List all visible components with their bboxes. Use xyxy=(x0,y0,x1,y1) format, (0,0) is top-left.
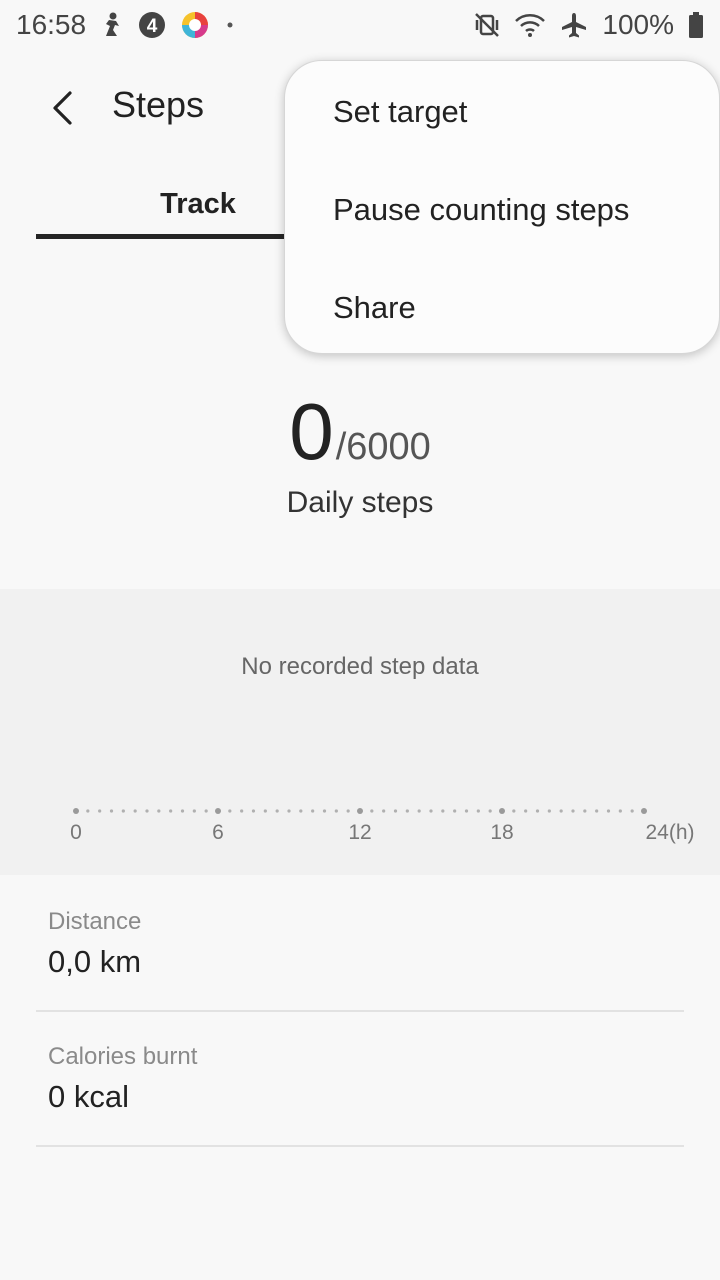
axis-dot xyxy=(571,809,575,813)
axis-dot xyxy=(370,809,374,813)
axis-dot xyxy=(263,809,267,813)
back-button[interactable] xyxy=(36,82,88,134)
axis-dot xyxy=(98,809,102,813)
axis-major-tick xyxy=(215,808,221,814)
axis-dot xyxy=(547,809,551,813)
axis-dot xyxy=(251,809,256,813)
axis-dot xyxy=(334,809,338,813)
axis-dot xyxy=(346,809,350,813)
axis-dot xyxy=(240,809,244,813)
axis-dot xyxy=(393,809,398,813)
axis-major-tick xyxy=(499,808,505,814)
x-tick-label: 0 xyxy=(70,821,82,844)
battery-icon xyxy=(688,11,704,39)
current-steps: 0 xyxy=(289,387,334,476)
axis-dot xyxy=(299,809,303,813)
overflow-menu: Set target Pause counting steps Share xyxy=(284,60,720,354)
axis-dot xyxy=(630,809,634,813)
axis-dot xyxy=(476,809,480,813)
x-tick-label: 18 xyxy=(490,821,513,844)
battery-percent: 100% xyxy=(602,9,674,40)
fitness-figure-icon xyxy=(100,12,124,38)
distance-row: Distance 0,0 km xyxy=(36,876,684,1012)
distance-label: Distance xyxy=(48,908,142,935)
axis-dot xyxy=(157,809,161,813)
axis-dot xyxy=(441,809,445,813)
wifi-icon xyxy=(514,12,546,38)
axis-dot xyxy=(595,809,599,813)
number-badge-icon: 4 xyxy=(138,11,166,39)
chart-canvas: 0 6 12 18 24(h) xyxy=(70,808,695,844)
axis-dot xyxy=(86,809,90,813)
distance-value: 0,0 km xyxy=(48,944,142,979)
daily-steps-label: Daily steps xyxy=(286,486,434,519)
axis-dot xyxy=(275,809,279,813)
status-time: 16:58 xyxy=(16,9,87,40)
airplane-icon xyxy=(560,11,588,39)
axis-dot xyxy=(311,809,315,813)
step-chart: No recorded step data 0 6 12 18 24(h) xyxy=(0,589,720,875)
axis-dot xyxy=(322,809,327,813)
axis-dot xyxy=(145,809,149,813)
menu-item-set-target[interactable]: Set target xyxy=(285,63,720,161)
dot-icon xyxy=(224,19,236,31)
menu-item-share[interactable]: Share xyxy=(285,259,720,357)
page-title: Steps xyxy=(112,84,205,125)
axis-dot xyxy=(121,809,125,813)
axis-major-tick xyxy=(73,808,79,814)
axis-dot xyxy=(169,809,173,813)
status-left: 16:58 4 xyxy=(16,9,236,41)
axis-dot xyxy=(382,809,386,813)
axis-dot xyxy=(606,809,611,813)
chevron-left-icon xyxy=(53,91,72,125)
calories-row: Calories burnt 0 kcal xyxy=(36,1011,684,1147)
axis-dot xyxy=(583,809,587,813)
axis-dot xyxy=(618,809,622,813)
axis-dot xyxy=(429,809,433,813)
calories-label: Calories burnt xyxy=(48,1043,198,1070)
axis-dot xyxy=(417,809,421,813)
axis-dot xyxy=(488,809,492,813)
axis-dot xyxy=(180,809,185,813)
axis-dot xyxy=(524,809,528,813)
colorful-app-icon xyxy=(180,10,210,40)
axis-major-tick xyxy=(641,808,647,814)
axis-dot xyxy=(109,809,114,813)
status-bar: 16:58 4 100% xyxy=(0,0,720,50)
axis-dot xyxy=(464,809,469,813)
x-tick-label: 12 xyxy=(348,821,371,844)
target-steps: /6000 xyxy=(335,426,431,468)
mute-vibrate-icon xyxy=(474,12,500,38)
status-right: 100% xyxy=(474,9,704,41)
x-tick-label: 6 xyxy=(212,821,224,844)
calories-value: 0 kcal xyxy=(48,1079,129,1114)
badge-number: 4 xyxy=(147,16,158,37)
x-tick-label: 24(h) xyxy=(645,821,694,844)
axis-dot xyxy=(453,809,457,813)
axis-dot xyxy=(559,809,563,813)
menu-item-pause-counting[interactable]: Pause counting steps xyxy=(285,161,720,259)
axis-dot xyxy=(192,809,196,813)
axis-dot xyxy=(287,809,291,813)
step-count: 0 /6000 xyxy=(0,386,720,478)
axis-dot xyxy=(405,809,409,813)
axis-major-tick xyxy=(357,808,363,814)
axis-dot xyxy=(228,809,232,813)
axis-dot xyxy=(535,809,540,813)
axis-dot xyxy=(512,809,516,813)
axis-dot xyxy=(204,809,208,813)
axis-dot xyxy=(133,809,137,813)
